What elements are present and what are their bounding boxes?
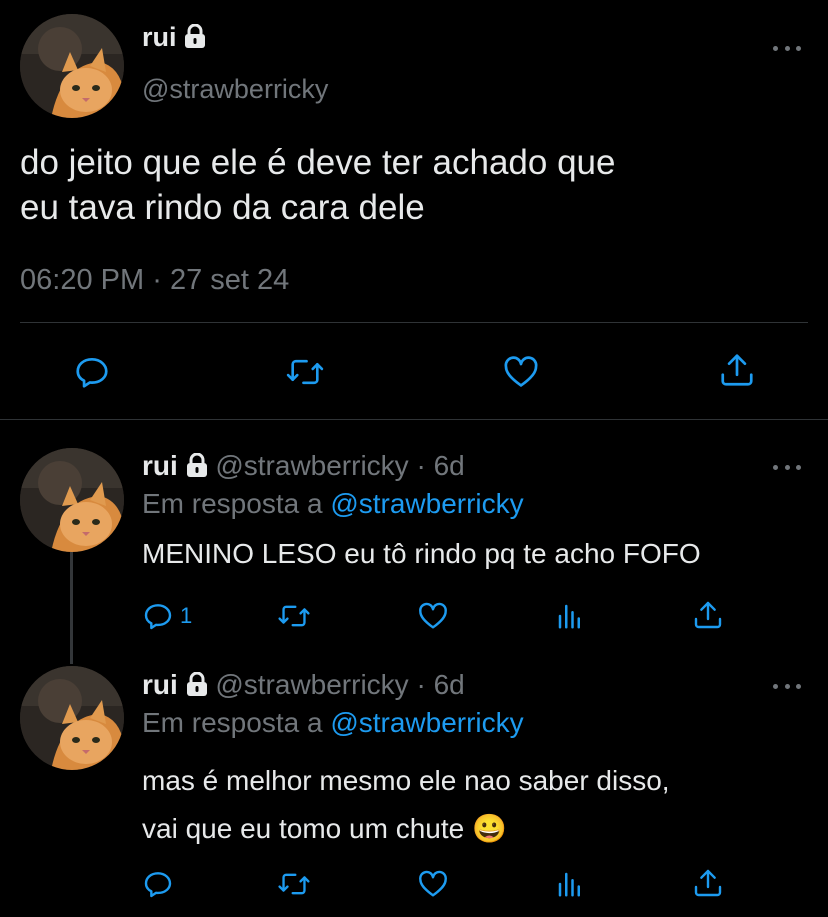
reply-context: Em resposta a @strawberricky <box>142 707 524 738</box>
display-name[interactable]: rui <box>142 22 177 52</box>
reply-icon[interactable] <box>73 353 111 391</box>
avatar[interactable] <box>20 448 124 552</box>
divider <box>0 419 828 420</box>
views-icon[interactable] <box>555 600 585 632</box>
reply-context: Em resposta a @strawberricky <box>142 488 524 519</box>
heart-icon[interactable] <box>416 868 450 900</box>
tweet-text: do jeito que ele é deve ter achado que e… <box>20 143 616 227</box>
handle[interactable]: @strawberricky <box>215 669 408 700</box>
more-icon[interactable] <box>773 682 801 690</box>
retweet-icon[interactable] <box>285 353 325 391</box>
reply-header: rui @strawberricky · 6d <box>142 450 465 482</box>
handle[interactable]: @strawberricky <box>215 450 408 481</box>
grinning-face-emoji: 😀 <box>471 813 507 844</box>
views-icon[interactable] <box>555 868 585 900</box>
share-icon[interactable] <box>692 866 724 900</box>
lock-icon <box>186 450 208 482</box>
avatar[interactable] <box>20 14 124 118</box>
reply-icon[interactable] <box>142 868 174 900</box>
avatar[interactable] <box>20 666 124 770</box>
reply-text: MENINO LESO eu tô rindo pq te acho FOFO <box>142 538 701 569</box>
reply-text: mas é melhor mesmo ele nao saber disso, … <box>142 765 670 844</box>
reply-age: · 6d <box>416 669 465 700</box>
mention-link[interactable]: @strawberricky <box>330 488 523 519</box>
lock-icon <box>186 669 208 701</box>
thread-line <box>70 552 73 664</box>
divider <box>20 322 808 323</box>
share-icon[interactable] <box>718 350 756 390</box>
tweet-timestamp[interactable]: 06:20 PM · 27 set 24 <box>20 264 289 297</box>
reply-age: · 6d <box>416 450 465 481</box>
heart-icon[interactable] <box>501 353 541 391</box>
share-icon[interactable] <box>692 598 724 632</box>
display-name[interactable]: rui <box>142 450 178 481</box>
retweet-icon[interactable] <box>277 600 311 632</box>
reply-icon[interactable] <box>142 600 174 632</box>
more-icon[interactable] <box>773 463 801 471</box>
retweet-icon[interactable] <box>277 868 311 900</box>
reply-count: 1 <box>180 603 193 628</box>
display-name[interactable]: rui <box>142 669 178 700</box>
mention-link[interactable]: @strawberricky <box>330 707 523 738</box>
lock-icon <box>184 22 206 53</box>
handle[interactable]: @strawberricky <box>142 74 328 105</box>
more-icon[interactable] <box>773 44 801 52</box>
reply-header: rui @strawberricky · 6d <box>142 669 465 701</box>
heart-icon[interactable] <box>416 600 450 632</box>
